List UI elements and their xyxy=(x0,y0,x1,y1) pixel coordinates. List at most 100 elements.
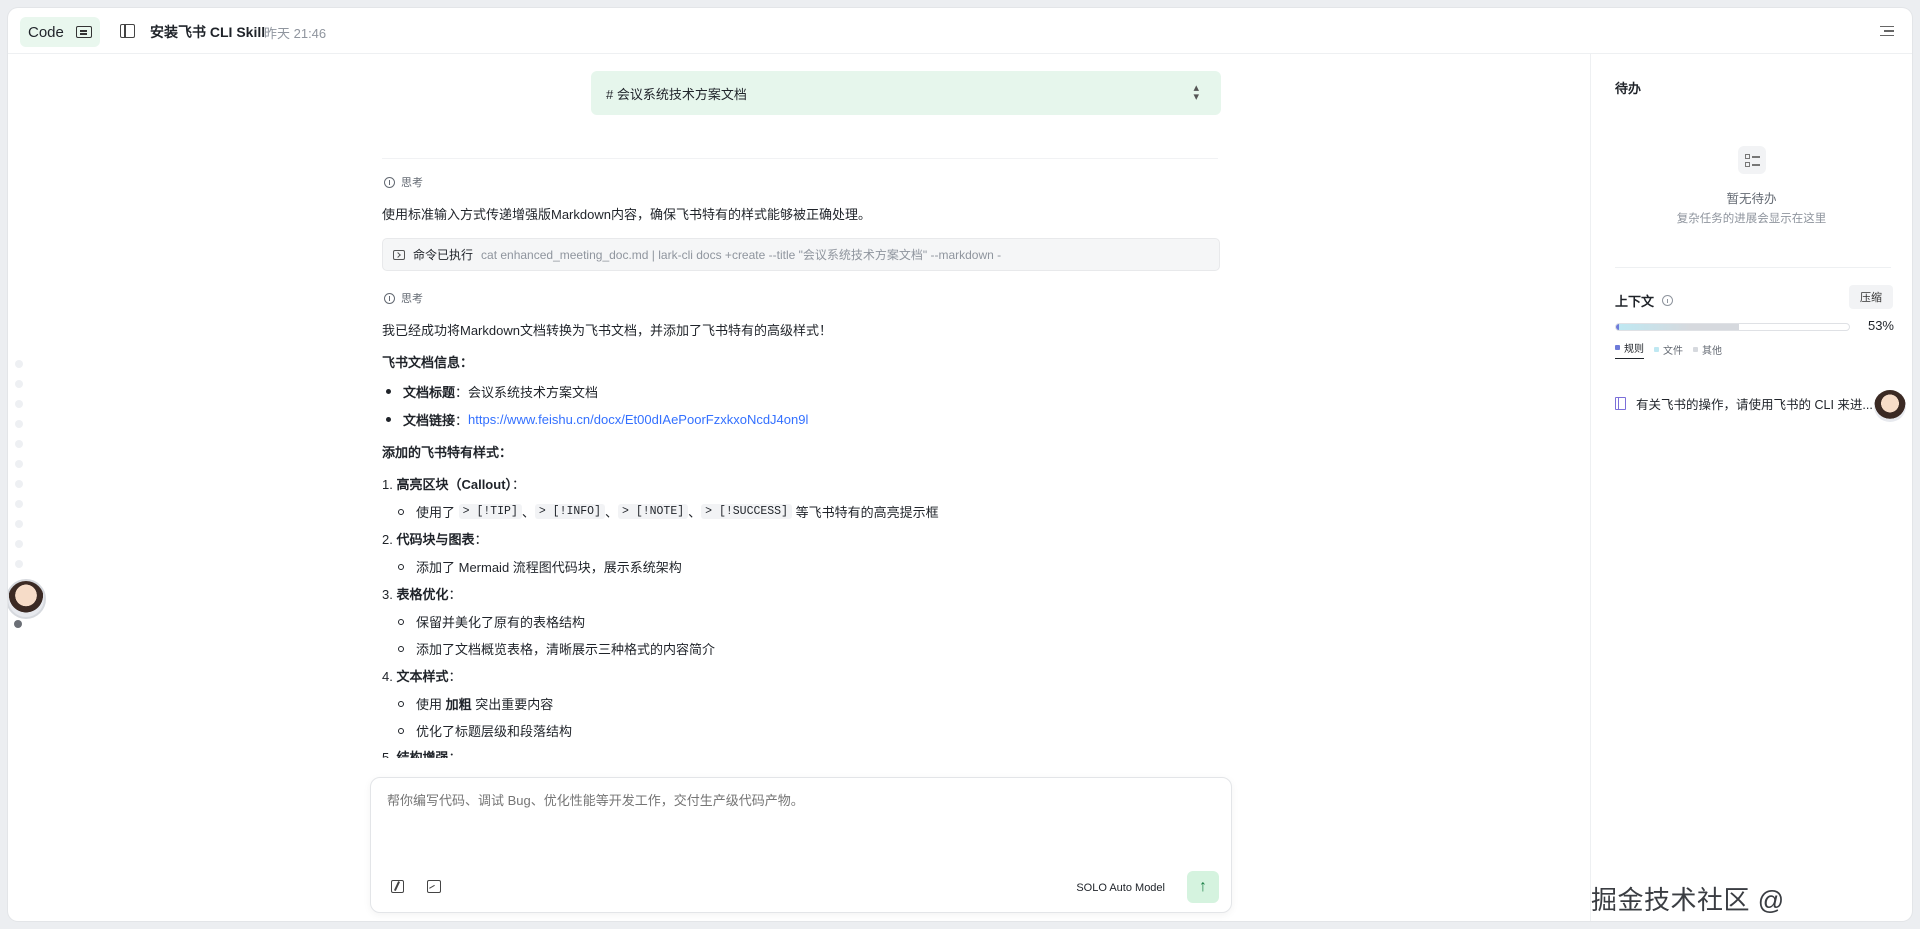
context-title: 上下文 xyxy=(1615,294,1655,309)
todo-empty-subtitle: 复杂任务的进展会显示在这里 xyxy=(1676,213,1827,225)
section-number: 4. xyxy=(382,669,393,684)
item-bold-text: 加粗 xyxy=(445,697,472,712)
inline-code: > [!NOTE] xyxy=(618,504,689,519)
styles-heading: 添加的飞书特有样式： xyxy=(382,445,513,460)
terminal-icon xyxy=(393,249,405,260)
legend-swatch xyxy=(1654,347,1659,352)
section-heading: 1. 高亮区块（Callout）： xyxy=(382,474,525,493)
section-heading: 2. 代码块与图表： xyxy=(382,529,488,548)
legend-files-tab[interactable]: 文件 xyxy=(1654,340,1683,359)
list-item: 优化了标题层级和段落结构 xyxy=(398,721,572,740)
code-mode-label: Code xyxy=(28,23,64,41)
bullet-ring xyxy=(398,727,404,734)
bullet-dot xyxy=(386,417,391,422)
command-block[interactable]: 命令已执行 cat enhanced_meeting_doc.md | lark… xyxy=(382,238,1220,271)
model-selector[interactable]: SOLO Auto Model xyxy=(1076,882,1165,894)
todo-list-icon xyxy=(1738,146,1766,174)
right-panel: 待办 暂无待办 复杂任务的进展会显示在这里 上下文 压缩 53% 规则 文件 其… xyxy=(1590,54,1912,921)
think-indicator[interactable]: 思考 xyxy=(384,290,423,306)
divider xyxy=(1615,267,1891,268)
section-title: 文本样式 xyxy=(396,669,449,684)
section-title: 表格优化 xyxy=(396,587,449,602)
command-label: 命令已执行 xyxy=(413,248,474,262)
inline-code: > [!SUCCESS] xyxy=(701,504,792,519)
task-title: 安装飞书 CLI Skill xyxy=(150,24,266,40)
todo-icon-line xyxy=(1752,156,1760,158)
todo-icon-line xyxy=(1752,164,1760,166)
think-label: 思考 xyxy=(401,293,423,305)
section-title: 结构增强 xyxy=(396,750,449,758)
doc-link-label: 文档链接 xyxy=(403,413,456,428)
list-item: 文档链接 ： https://www.feishu.cn/docx/Et00dI… xyxy=(382,410,808,429)
legend-label: 文件 xyxy=(1663,346,1683,357)
expand-chevron-icon[interactable]: ▴ ▾ xyxy=(1193,83,1199,103)
legend-other-tab[interactable]: 其他 xyxy=(1693,340,1722,359)
app-window: Code 安装飞书 CLI Skill 昨天 21:46 # 会议系统技术方案文… xyxy=(8,8,1912,921)
list-item: 添加了文档概览表格，清晰展示三种格式的内容简介 xyxy=(398,639,715,658)
rule-item[interactable]: 有关飞书的操作，请使用飞书的 CLI 来进... xyxy=(1615,394,1885,413)
context-header: 上下文 xyxy=(1615,291,1674,310)
bullet-ring xyxy=(398,645,404,652)
bullet-ring xyxy=(398,618,404,625)
thinking-icon xyxy=(384,176,395,188)
arrow-up-icon: ↑ xyxy=(1199,878,1207,895)
item-text: 突出重要内容 xyxy=(475,697,554,712)
code-mode-button[interactable]: Code xyxy=(20,17,100,47)
rule-text: 有关飞书的操作，请使用飞书的 CLI 来进... xyxy=(1636,398,1873,412)
doc-link[interactable]: https://www.feishu.cn/docx/Et00dIAePoorF… xyxy=(468,412,808,427)
section-title: 高亮区块（Callout） xyxy=(396,477,513,492)
task-time: 昨天 21:46 xyxy=(264,26,327,41)
thinking-icon xyxy=(384,292,395,304)
list-item: 文档标题 ：会议系统技术方案文档 xyxy=(382,382,598,401)
section-colon: ： xyxy=(448,587,462,602)
list-item: 使用了 > [!TIP]、 > [!INFO]、 > [!NOTE]、 > [!SUC… xyxy=(398,502,939,521)
info-icon[interactable] xyxy=(1662,295,1674,306)
context-legend: 规则 文件 其他 xyxy=(1615,340,1722,359)
section-number: 1. xyxy=(382,477,393,492)
think-indicator[interactable]: 思考 xyxy=(384,174,423,190)
divider xyxy=(382,158,1218,159)
bullet-dot xyxy=(386,389,391,394)
command-text: cat enhanced_meeting_doc.md | lark-cli d… xyxy=(481,248,1002,262)
legend-swatch xyxy=(1615,345,1620,350)
send-button[interactable]: ↑ xyxy=(1187,871,1219,903)
image-upload-icon[interactable] xyxy=(427,880,441,893)
legend-label: 规则 xyxy=(1624,344,1644,355)
context-usage-fill xyxy=(1616,324,1740,330)
assistant-message: 我已经成功将Markdown文档转换为飞书文档，并添加了飞书特有的高级样式！ xyxy=(382,323,832,338)
doc-banner[interactable]: # 会议系统技术方案文档 ▴ ▾ xyxy=(591,71,1221,115)
compress-button[interactable]: 压缩 xyxy=(1849,285,1893,309)
item-text: 添加了 Mermaid 流程图代码块，展示系统架构 xyxy=(416,560,682,575)
separator: 、 xyxy=(688,505,702,520)
legend-label: 其他 xyxy=(1702,346,1722,357)
list-item: 使用 加粗 突出重要内容 xyxy=(398,694,553,713)
item-text: 等飞书特有的高亮提示框 xyxy=(795,505,939,520)
section-number: 2. xyxy=(382,532,393,547)
todo-empty-title: 暂无待办 xyxy=(1726,192,1777,206)
legend-rules-tab[interactable]: 规则 xyxy=(1615,340,1644,359)
section-colon: ： xyxy=(474,532,488,547)
section-colon: ： xyxy=(448,669,462,684)
chat-input[interactable] xyxy=(387,793,1187,808)
doc-title-value: ：会议系统技术方案文档 xyxy=(455,385,599,400)
section-heading: 4. 文本样式： xyxy=(382,666,462,685)
sidebar-toggle-icon[interactable] xyxy=(120,24,135,38)
section-colon: ： xyxy=(512,477,526,492)
chat-input-card: SOLO Auto Model ↑ xyxy=(370,777,1232,913)
item-text: 保留并美化了原有的表格结构 xyxy=(416,615,586,630)
inline-code: > [!INFO] xyxy=(534,504,605,519)
list-item: 保留并美化了原有的表格结构 xyxy=(398,612,585,631)
slash-command-icon[interactable] xyxy=(391,880,404,893)
assistant-avatar[interactable] xyxy=(1874,390,1906,422)
inline-code: > [!TIP] xyxy=(458,504,522,519)
item-text: 优化了标题层级和段落结构 xyxy=(416,724,573,739)
section-number: 5. xyxy=(382,750,393,758)
item-text: 使用了 xyxy=(416,505,456,520)
legend-swatch xyxy=(1693,347,1698,352)
doc-title-label: 文档标题 xyxy=(403,385,456,400)
panel-menu-icon[interactable] xyxy=(1880,26,1894,36)
separator: 、 xyxy=(521,505,535,520)
context-usage-bar xyxy=(1615,323,1850,331)
doc-banner-title: # 会议系统技术方案文档 xyxy=(606,86,747,102)
separator: 、 xyxy=(605,505,619,520)
